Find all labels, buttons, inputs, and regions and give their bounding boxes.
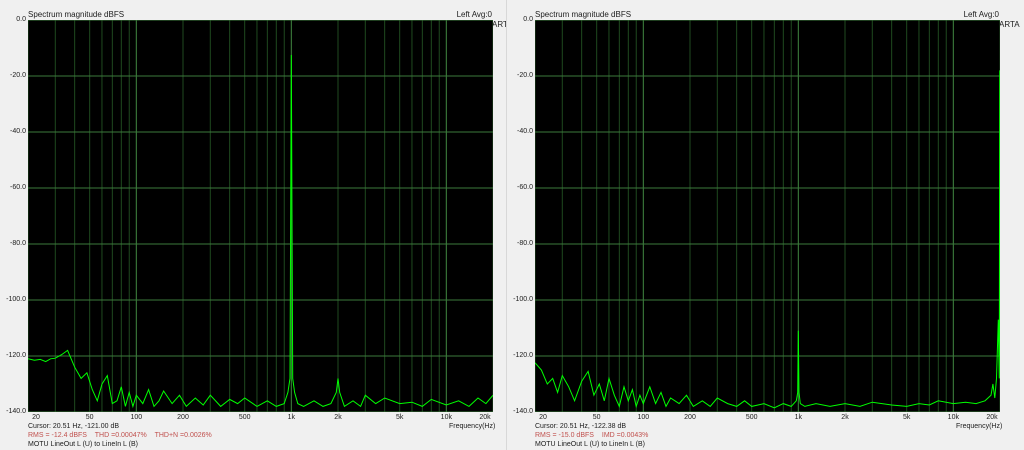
x-tick-label: 10k [947,414,959,421]
y-tick-label: -80.0 [517,240,533,247]
spectrum-panel-right: Spectrum magnitude dBFS Left Avg:0 ARTA … [506,0,1020,450]
thd-value: THD =0.00047% [94,432,147,439]
chart-title: Spectrum magnitude dBFS [28,10,125,19]
x-tick-label: 10k [440,414,452,421]
y-tick-label: -140.0 [6,408,26,415]
channel-status: Left Avg:0 [963,10,999,19]
rms-value: RMS = -12.4 dBFS [28,432,87,439]
spectrum-svg[interactable] [28,20,493,412]
spectrum-trace [28,54,493,409]
x-tick-label: 20k [479,414,491,421]
x-tick-label: 1k [287,414,296,421]
x-tick-label: 2k [841,414,849,421]
y-tick-label: -100.0 [513,296,533,303]
plot-area[interactable] [28,20,493,412]
y-tick-label: -40.0 [517,128,533,135]
x-axis-label: Frequency(Hz) [956,423,1003,430]
arta-watermark: ARTA [999,20,1020,29]
spectrum-svg[interactable] [535,20,1000,412]
rms-value: RMS = -15.0 dBFS [535,432,594,439]
imd-value: IMD =0.0043% [601,432,649,439]
y-tick-label: -20.0 [517,72,533,79]
channel-status: Left Avg:0 [456,10,492,19]
y-tick-label: -40.0 [10,128,26,135]
spectrum-trace [535,70,1000,409]
measurement-readout: RMS = -15.0 dBFS IMD =0.0043% [535,432,654,439]
cursor-readout: Cursor: 20.51 Hz, -121.00 dB [28,423,120,430]
y-tick-label: -100.0 [6,296,26,303]
x-tick-label: 2k [334,414,342,421]
x-tick-label: 20k [986,414,998,421]
x-tick-label: 100 [637,414,650,421]
cursor-readout: Cursor: 20.51 Hz, -122.38 dB [535,423,627,430]
plot-area[interactable] [535,20,1000,412]
y-tick-label: -80.0 [10,240,26,247]
y-tick-label: 0.0 [523,16,533,23]
x-tick-label: 5k [395,414,404,421]
device-label: MOTU LineOut L (U) to LineIn L (B) [535,441,645,448]
thdn-value: THD+N =0.0026% [154,432,212,439]
x-tick-label: 5k [902,414,911,421]
x-tick-label: 500 [238,414,251,421]
x-tick-label: 20 [539,414,547,421]
x-tick-label: 20 [32,414,40,421]
spectrum-panel-left: Spectrum magnitude dBFS Left Avg:0 ARTA … [0,0,513,450]
y-tick-label: -60.0 [10,184,26,191]
arta-watermark: ARTA [492,20,513,29]
x-tick-label: 200 [177,414,189,421]
x-axis-label: Frequency(Hz) [449,423,496,430]
y-tick-label: -20.0 [10,72,26,79]
chart-title: Spectrum magnitude dBFS [535,10,632,19]
x-tick-label: 100 [130,414,143,421]
x-tick-label: 500 [745,414,758,421]
y-tick-label: -120.0 [513,352,533,359]
y-tick-label: 0.0 [16,16,26,23]
y-tick-label: -120.0 [6,352,26,359]
y-tick-label: -60.0 [517,184,533,191]
x-tick-label: 200 [684,414,696,421]
x-tick-label: 1k [794,414,803,421]
measurement-readout: RMS = -12.4 dBFS THD =0.00047% THD+N =0.… [28,432,218,439]
y-tick-label: -140.0 [513,408,533,415]
device-label: MOTU LineOut L (U) to LineIn L (B) [28,441,138,448]
x-tick-label: 50 [592,414,601,421]
x-tick-label: 50 [85,414,94,421]
